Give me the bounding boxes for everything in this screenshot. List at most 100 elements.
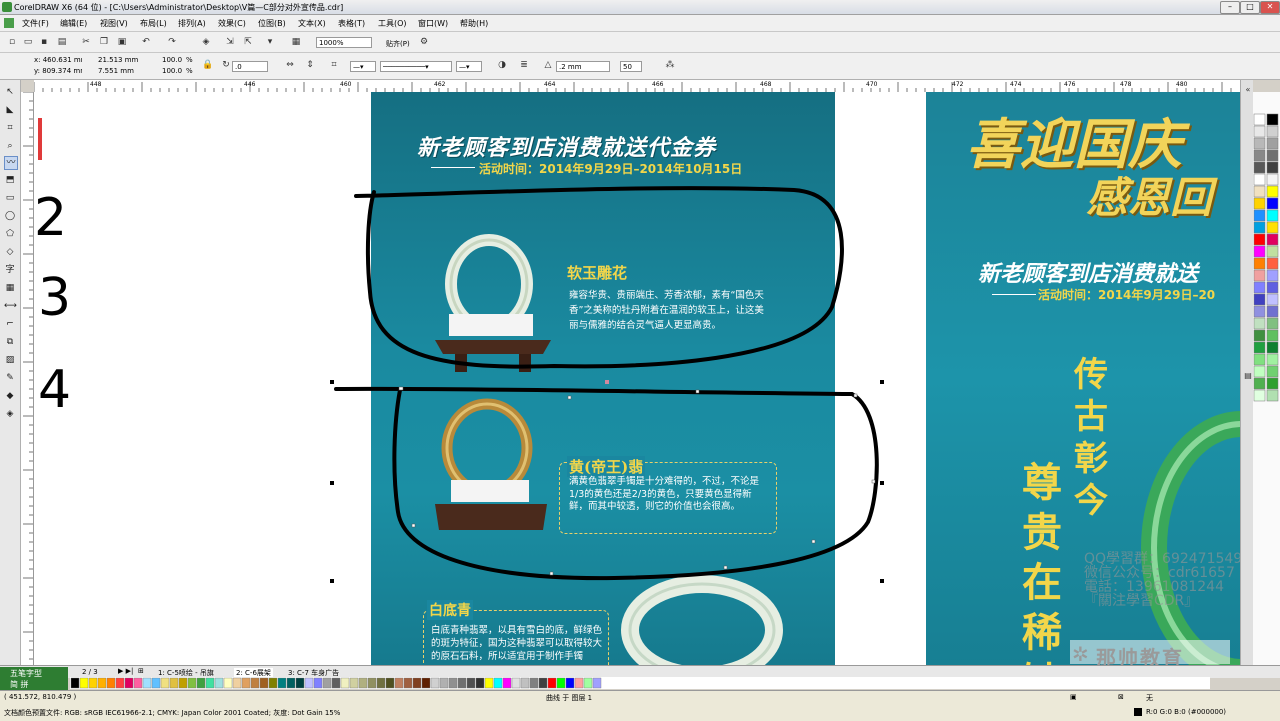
palette-swatch[interactable] bbox=[187, 677, 197, 689]
palette-swatch[interactable] bbox=[412, 677, 422, 689]
dimension-tool-icon[interactable]: ⟷ bbox=[4, 300, 17, 312]
add-page-icon[interactable]: ⊞ bbox=[138, 667, 144, 675]
color-palette-horizontal[interactable] bbox=[70, 677, 1210, 689]
palette-swatch[interactable] bbox=[313, 677, 323, 689]
palette-swatch[interactable] bbox=[583, 677, 593, 689]
document-icon[interactable] bbox=[4, 18, 14, 28]
palette-swatch[interactable] bbox=[1253, 125, 1266, 138]
palette-swatch[interactable] bbox=[475, 677, 485, 689]
palette-swatch[interactable] bbox=[1253, 233, 1266, 246]
palette-swatch[interactable] bbox=[286, 677, 296, 689]
print-icon[interactable]: ▤ bbox=[56, 36, 68, 48]
menu-help[interactable]: 帮助(H) bbox=[460, 18, 488, 29]
palette-swatch[interactable] bbox=[547, 677, 557, 689]
palette-swatch[interactable] bbox=[169, 677, 179, 689]
palette-swatch[interactable] bbox=[421, 677, 431, 689]
zoom-tool-icon[interactable]: ⌕ bbox=[4, 140, 16, 152]
palette-swatch[interactable] bbox=[1253, 221, 1266, 234]
palette-swatch[interactable] bbox=[385, 677, 395, 689]
palette-swatch[interactable] bbox=[430, 677, 440, 689]
palette-swatch[interactable] bbox=[1266, 377, 1279, 390]
palette-swatch[interactable] bbox=[178, 677, 188, 689]
palette-swatch[interactable] bbox=[439, 677, 449, 689]
palette-swatch[interactable] bbox=[592, 677, 602, 689]
palette-swatch[interactable] bbox=[520, 677, 530, 689]
rotation-field[interactable]: .0 bbox=[232, 61, 268, 72]
menu-tools[interactable]: 工具(O) bbox=[378, 18, 407, 29]
save-icon[interactable]: ▪ bbox=[38, 36, 50, 48]
import-icon[interactable]: ⇲ bbox=[224, 36, 236, 48]
minimize-button[interactable]: – bbox=[1220, 1, 1240, 14]
palette-swatch[interactable] bbox=[1253, 329, 1266, 342]
palette-swatch[interactable] bbox=[259, 677, 269, 689]
ellipse-tool-icon[interactable]: ◯ bbox=[4, 210, 16, 222]
connector-tool-icon[interactable]: ⌐ bbox=[4, 318, 16, 330]
palette-swatch[interactable] bbox=[1253, 197, 1266, 210]
palette-swatch[interactable] bbox=[1266, 365, 1279, 378]
palette-swatch[interactable] bbox=[1253, 161, 1266, 174]
shape-tool-icon[interactable]: ◣ bbox=[4, 104, 16, 116]
palette-swatch[interactable] bbox=[1253, 293, 1266, 306]
palette-swatch[interactable] bbox=[1253, 365, 1266, 378]
palette-swatch[interactable] bbox=[1266, 329, 1279, 342]
smart-fill-icon[interactable]: ⬒ bbox=[4, 174, 16, 186]
palette-swatch[interactable] bbox=[196, 677, 206, 689]
palette-swatch[interactable] bbox=[376, 677, 386, 689]
palette-swatch[interactable] bbox=[493, 677, 503, 689]
palette-swatch[interactable] bbox=[304, 677, 314, 689]
palette-swatch[interactable] bbox=[1253, 341, 1266, 354]
outline-width-icon[interactable]: △ bbox=[542, 59, 554, 71]
search-content-icon[interactable]: ◈ bbox=[200, 36, 212, 48]
palette-swatch[interactable] bbox=[394, 677, 404, 689]
start-arrowhead-select[interactable]: —▾ bbox=[350, 61, 376, 72]
palette-swatch[interactable] bbox=[1253, 257, 1266, 270]
palette-swatch[interactable] bbox=[1266, 113, 1279, 126]
menu-view[interactable]: 视图(V) bbox=[100, 18, 128, 29]
transparency-tool-icon[interactable]: ▨ bbox=[4, 354, 16, 366]
polygon-tool-icon[interactable]: ⬠ bbox=[4, 228, 16, 240]
palette-swatch[interactable] bbox=[1266, 245, 1279, 258]
smoothing-field[interactable]: 50 bbox=[620, 61, 642, 72]
palette-swatch[interactable] bbox=[1253, 305, 1266, 318]
palette-swatch[interactable] bbox=[358, 677, 368, 689]
palette-swatch[interactable] bbox=[1266, 389, 1279, 402]
scale-x-field[interactable]: 100.0 bbox=[160, 55, 182, 66]
next-page-icon[interactable]: ▶ ▶| bbox=[118, 667, 133, 675]
palette-swatch[interactable] bbox=[331, 677, 341, 689]
palette-swatch[interactable] bbox=[1253, 353, 1266, 366]
application-launcher-icon[interactable]: ▾ bbox=[264, 36, 276, 48]
palette-swatch[interactable] bbox=[1266, 233, 1279, 246]
wrap-text-icon[interactable]: ≣ bbox=[518, 59, 530, 71]
drawing-canvas[interactable]: 新老顾客到店消费就送代金券 活动时间：2014年9月29日–2014年10月15… bbox=[34, 92, 1240, 665]
close-curve-icon[interactable]: ◑ bbox=[496, 59, 508, 71]
open-icon[interactable]: ▭ bbox=[22, 36, 34, 48]
crop-tool-icon[interactable]: ⌗ bbox=[4, 122, 16, 134]
table-tool-icon[interactable]: ▦ bbox=[4, 282, 16, 294]
palette-swatch[interactable] bbox=[1266, 185, 1279, 198]
palette-swatch[interactable] bbox=[457, 677, 467, 689]
eyedropper-tool-icon[interactable]: ✎ bbox=[4, 372, 16, 384]
mirror-horizontal-icon[interactable]: ⇔ bbox=[284, 59, 296, 71]
palette-swatch[interactable] bbox=[1266, 257, 1279, 270]
palette-swatch[interactable] bbox=[502, 677, 512, 689]
palette-swatch[interactable] bbox=[1266, 149, 1279, 162]
palette-swatch[interactable] bbox=[133, 677, 143, 689]
docker-strip[interactable]: « ▤ bbox=[1240, 80, 1253, 665]
palette-swatch[interactable] bbox=[1253, 137, 1266, 150]
menu-text[interactable]: 文本(X) bbox=[298, 18, 326, 29]
outline-color-swatch[interactable] bbox=[1134, 708, 1142, 716]
lock-ratio-icon[interactable]: 🔒 bbox=[202, 59, 214, 71]
palette-swatch[interactable] bbox=[1253, 113, 1266, 126]
menu-table[interactable]: 表格(T) bbox=[338, 18, 365, 29]
menu-effects[interactable]: 效果(C) bbox=[218, 18, 246, 29]
palette-swatch[interactable] bbox=[1253, 209, 1266, 222]
palette-swatch[interactable] bbox=[349, 677, 359, 689]
palette-swatch[interactable] bbox=[1266, 317, 1279, 330]
end-arrowhead-select[interactable]: —▾ bbox=[456, 61, 482, 72]
palette-swatch[interactable] bbox=[574, 677, 584, 689]
menu-window[interactable]: 窗口(W) bbox=[418, 18, 448, 29]
palette-swatch[interactable] bbox=[322, 677, 332, 689]
palette-swatch[interactable] bbox=[214, 677, 224, 689]
menu-arrange[interactable]: 排列(A) bbox=[178, 18, 206, 29]
welcome-screen-icon[interactable]: ▦ bbox=[290, 36, 302, 48]
